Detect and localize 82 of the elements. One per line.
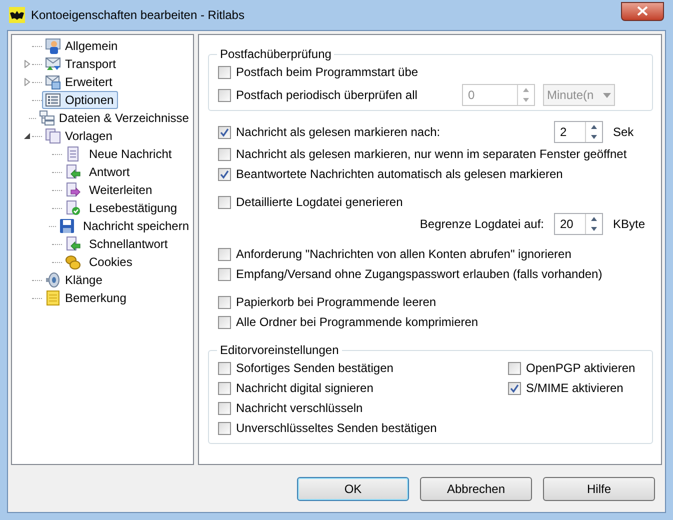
dropdown-arrow-icon (603, 92, 611, 98)
envelope-icon (45, 74, 61, 90)
close-button[interactable] (621, 2, 664, 20)
checkbox-label: Nachricht als gelesen markieren, nur wenn im separaten Fenster geöffnet (236, 146, 627, 163)
bat-logo-icon (9, 7, 25, 23)
dialog-button[interactable]: Abbrechen (420, 477, 532, 501)
checkbox[interactable] (218, 382, 231, 394)
checkbox[interactable] (218, 248, 231, 260)
checkbox[interactable] (218, 88, 231, 102)
envelope-arrows-icon (45, 56, 61, 72)
checkbox[interactable] (218, 422, 231, 434)
collapse-arrow-icon[interactable] (24, 132, 30, 140)
checkbox[interactable] (218, 362, 231, 374)
checkbox[interactable] (508, 382, 521, 394)
list-icon (45, 92, 61, 108)
checkbox-label: Detaillierte Logdatei generieren (236, 194, 403, 211)
checkbox-label: Nachricht verschlüsseln (236, 400, 363, 417)
tree-item[interactable]: Weiterleiten (62, 181, 156, 199)
person-icon (45, 38, 61, 54)
expand-arrow-icon[interactable] (24, 78, 30, 86)
checkbox-label: Sofortiges Senden bestätigen (236, 360, 394, 377)
checkbox[interactable] (218, 66, 231, 78)
dialog-button[interactable]: Hilfe (543, 477, 655, 501)
pages-icon (45, 128, 61, 144)
checkbox[interactable] (218, 168, 231, 180)
tree-item[interactable]: Allgemein (42, 37, 122, 55)
checkbox-label: Beantwortete Nachrichten automatisch als gelesen markieren (236, 166, 563, 183)
page-check-icon (65, 200, 81, 216)
checkbox[interactable] (218, 268, 231, 280)
group-title: Postfachüberprüfung (219, 46, 332, 63)
page-arrow-icon (65, 164, 81, 180)
checkbox-label: Postfach beim Programmstart übe (236, 64, 418, 81)
unit-label: Sek (613, 124, 635, 141)
tree-item[interactable]: Dateien & Verzeichnisse (36, 109, 193, 127)
close-icon (637, 6, 648, 16)
checkbox[interactable] (218, 296, 231, 308)
checkbox-label: Empfang/Versand ohne Zugangspasswort erlauben (falls vorhanden) (236, 266, 602, 283)
checkbox-label: OpenPGP aktivieren (526, 360, 636, 377)
checkbox[interactable] (218, 126, 231, 138)
tree-item[interactable]: Cookies (62, 253, 136, 271)
checkbox-label: Unverschlüsseltes Senden bestätigen (236, 420, 437, 437)
checkbox[interactable] (218, 196, 231, 208)
checkbox-label: S/MIME aktivieren (526, 380, 624, 397)
tree-item[interactable]: Vorlagen (42, 127, 116, 145)
page-icon (65, 146, 81, 162)
page-arrow-icon (65, 236, 81, 252)
expand-arrow-icon[interactable] (24, 60, 30, 68)
checkbox[interactable] (218, 402, 231, 414)
speaker-icon (45, 272, 61, 288)
tree-item[interactable]: Klänge (42, 271, 106, 289)
note-icon (45, 290, 61, 306)
checkbox-label: Papierkorb bei Programmende leeren (236, 294, 436, 311)
tree-item[interactable]: Lesebestätigung (62, 199, 182, 217)
checkbox-label: Anforderung "Nachrichten von allen Konten abrufen" ignorieren (236, 246, 572, 263)
tree-item[interactable]: Nachricht speichern (56, 217, 193, 235)
folder-tree-icon (38, 110, 55, 126)
tree-item[interactable]: Optionen (42, 91, 118, 109)
page-arrow-icon (65, 182, 81, 198)
tree-item[interactable]: Antwort (62, 163, 134, 181)
check-icon (220, 128, 229, 136)
number-spinner[interactable]: 20 (554, 213, 603, 235)
checkbox[interactable] (218, 148, 231, 160)
unit-label: KByte (613, 216, 646, 233)
checkbox-label: Nachricht als gelesen markieren nach: (236, 124, 440, 141)
number-spinner[interactable]: 2 (554, 121, 603, 143)
coins-icon (65, 254, 81, 270)
tree-item[interactable]: Erweitert (42, 73, 116, 91)
group-title: Editorvoreinstellungen (219, 342, 340, 359)
window-title: Kontoeigenschaften bearbeiten - Ritlabs (31, 7, 246, 24)
checkbox[interactable] (218, 316, 231, 328)
check-icon (220, 170, 229, 178)
checkbox[interactable] (508, 362, 521, 374)
check-icon (510, 384, 519, 392)
checkbox-label: Nachricht digital signieren (236, 380, 374, 397)
checkbox-label: Postfach periodisch überprüfen all (236, 87, 418, 104)
limit-label: Begrenze Logdatei auf: (420, 216, 544, 233)
tree-item[interactable]: Bemerkung (42, 289, 130, 307)
dialog-button[interactable]: OK (297, 477, 409, 501)
checkbox-label: Alle Ordner bei Programmende komprimieren (236, 314, 478, 331)
tree-item[interactable]: Transport (42, 55, 120, 73)
tree-item[interactable]: Schnellantwort (62, 235, 172, 253)
tree-item[interactable]: Neue Nachricht (62, 145, 176, 163)
